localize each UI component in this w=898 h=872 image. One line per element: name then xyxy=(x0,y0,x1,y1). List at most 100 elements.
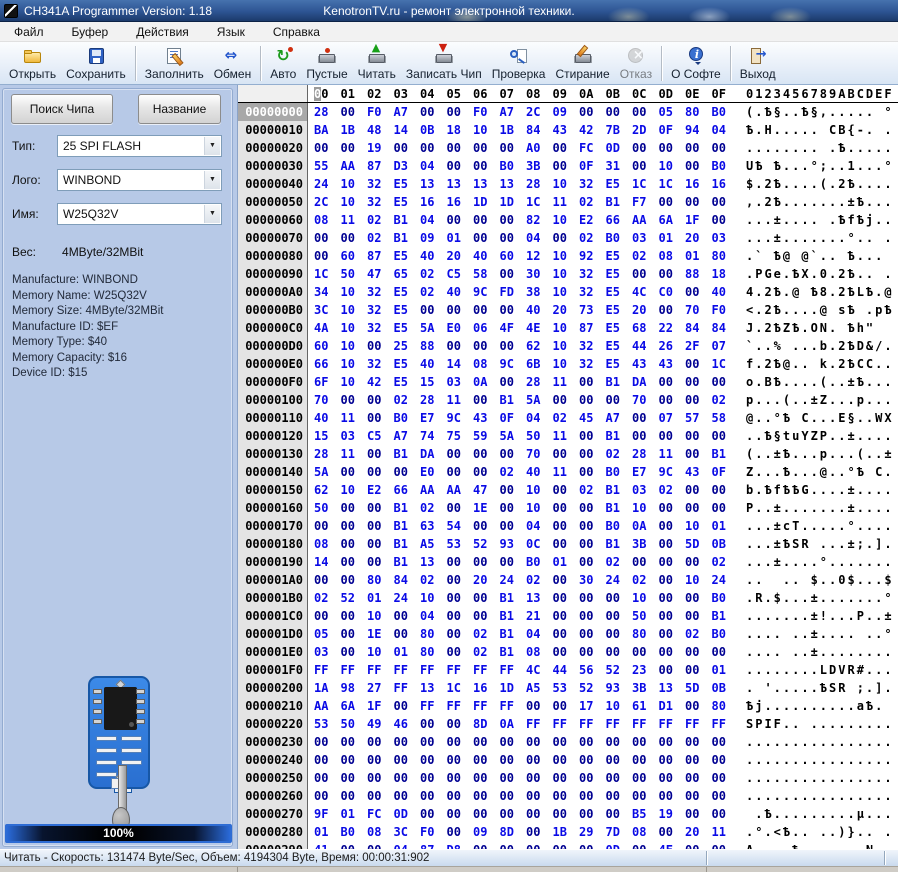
hex-byte[interactable]: 02 xyxy=(314,589,341,607)
hex-byte[interactable]: 00 xyxy=(341,625,368,643)
hex-byte[interactable]: 05 xyxy=(659,103,686,121)
toolbar-fill-button[interactable]: Заполнить xyxy=(140,43,209,84)
hex-byte[interactable]: 00 xyxy=(553,157,580,175)
hex-byte[interactable]: 00 xyxy=(712,499,739,517)
hex-byte[interactable]: 00 xyxy=(685,283,712,301)
hex-byte[interactable]: 00 xyxy=(553,589,580,607)
hex-byte[interactable]: 00 xyxy=(606,769,633,787)
hex-byte[interactable]: FF xyxy=(447,697,474,715)
hex-byte[interactable]: 00 xyxy=(685,193,712,211)
hex-byte[interactable]: 00 xyxy=(473,805,500,823)
hex-byte[interactable]: 00 xyxy=(553,607,580,625)
hex-byte[interactable]: 15 xyxy=(420,373,447,391)
hex-byte[interactable]: 00 xyxy=(685,355,712,373)
hex-row-ascii[interactable]: .......±!...P..± xyxy=(746,607,894,625)
hex-byte[interactable]: 02 xyxy=(473,643,500,661)
hex-byte[interactable]: 5D xyxy=(685,679,712,697)
hex-byte[interactable]: AA xyxy=(632,211,659,229)
hex-byte[interactable]: FC xyxy=(579,139,606,157)
hex-byte[interactable]: 02 xyxy=(553,409,580,427)
hex-byte[interactable]: 00 xyxy=(659,553,686,571)
hex-byte[interactable]: E5 xyxy=(394,319,421,337)
hex-byte[interactable]: 08 xyxy=(632,823,659,841)
hex-byte[interactable]: 00 xyxy=(500,769,527,787)
hex-byte[interactable]: 93 xyxy=(606,679,633,697)
hex-row-ascii[interactable]: <.2Ѣ....@ sѢ .pѢ xyxy=(746,301,894,319)
hex-byte[interactable]: C5 xyxy=(367,427,394,445)
hex-byte[interactable]: E5 xyxy=(394,247,421,265)
hex-byte[interactable]: 10 xyxy=(341,373,368,391)
toolbar-read-button[interactable]: Читать xyxy=(353,43,401,84)
hex-byte[interactable]: E2 xyxy=(367,481,394,499)
hex-byte[interactable]: 03 xyxy=(712,229,739,247)
hex-byte[interactable]: 3C xyxy=(394,823,421,841)
hex-byte[interactable]: 00 xyxy=(553,571,580,589)
hex-byte[interactable]: 28 xyxy=(526,373,553,391)
toolbar-auto-button[interactable]: Авто xyxy=(265,43,301,84)
hex-byte[interactable]: 00 xyxy=(606,589,633,607)
hex-row-ascii[interactable]: P..±.......±.... xyxy=(746,499,894,517)
hex-byte[interactable]: FF xyxy=(473,661,500,679)
hex-byte[interactable]: 0C xyxy=(526,535,553,553)
hex-byte[interactable]: 42 xyxy=(367,373,394,391)
hex-byte[interactable]: 60 xyxy=(314,337,341,355)
hex-byte[interactable]: B1 xyxy=(394,229,421,247)
hex-byte[interactable]: 02 xyxy=(394,391,421,409)
hex-row-ascii[interactable]: J.2ѢZѢ.ON. Ѣh" xyxy=(746,319,894,337)
hex-byte[interactable]: E7 xyxy=(420,409,447,427)
hex-byte[interactable]: 00 xyxy=(685,427,712,445)
hex-byte[interactable]: 20 xyxy=(447,247,474,265)
hex-byte[interactable]: 29 xyxy=(579,823,606,841)
hex-byte[interactable]: 00 xyxy=(659,661,686,679)
hex-byte[interactable]: 59 xyxy=(473,427,500,445)
hex-byte[interactable]: 62 xyxy=(314,481,341,499)
hex-byte[interactable]: DA xyxy=(420,445,447,463)
hex-byte[interactable]: C0 xyxy=(659,283,686,301)
hex-byte[interactable]: 00 xyxy=(341,463,368,481)
hex-byte[interactable]: 24 xyxy=(500,571,527,589)
hex-byte[interactable]: 00 xyxy=(685,607,712,625)
hex-byte[interactable]: 00 xyxy=(659,139,686,157)
hex-byte[interactable]: 2C xyxy=(526,103,553,121)
hex-byte[interactable]: 00 xyxy=(659,517,686,535)
hex-byte[interactable]: B0 xyxy=(394,409,421,427)
hex-row-ascii[interactable]: .R.$...±.......° xyxy=(746,589,894,607)
hex-byte[interactable]: 04 xyxy=(420,157,447,175)
hex-byte[interactable]: 00 xyxy=(314,733,341,751)
hex-byte[interactable]: 00 xyxy=(367,841,394,849)
hex-row-ascii[interactable]: ...±.... .ѢfѢj.. xyxy=(746,211,894,229)
hex-byte[interactable]: 10 xyxy=(685,571,712,589)
hex-byte[interactable]: FF xyxy=(579,715,606,733)
hex-byte[interactable]: 52 xyxy=(579,679,606,697)
hex-byte[interactable]: 00 xyxy=(341,769,368,787)
hex-byte[interactable]: 13 xyxy=(420,679,447,697)
hex-row-ascii[interactable]: ................ xyxy=(746,751,894,769)
hex-byte[interactable]: 00 xyxy=(367,391,394,409)
hex-byte[interactable]: D8 xyxy=(447,841,474,849)
hex-byte[interactable]: 20 xyxy=(632,301,659,319)
hex-byte[interactable]: 70 xyxy=(685,301,712,319)
hex-byte[interactable]: B1 xyxy=(500,589,527,607)
hex-byte[interactable]: B1 xyxy=(606,427,633,445)
hex-byte[interactable]: 10 xyxy=(341,193,368,211)
hex-byte[interactable]: 00 xyxy=(447,733,474,751)
hex-byte[interactable]: 42 xyxy=(579,121,606,139)
hex-row-ascii[interactable]: ................ xyxy=(746,769,894,787)
hex-byte[interactable]: 00 xyxy=(447,139,474,157)
hex-byte[interactable]: 47 xyxy=(367,265,394,283)
hex-byte[interactable]: 80 xyxy=(712,247,739,265)
hex-byte[interactable]: 00 xyxy=(473,733,500,751)
hex-byte[interactable]: 00 xyxy=(473,841,500,849)
hex-byte[interactable]: 53 xyxy=(553,679,580,697)
hex-byte[interactable]: 84 xyxy=(712,319,739,337)
hex-byte[interactable]: 40 xyxy=(526,301,553,319)
hex-byte[interactable]: B1 xyxy=(606,499,633,517)
hex-byte[interactable]: 32 xyxy=(579,355,606,373)
hex-byte[interactable]: 00 xyxy=(500,517,527,535)
hex-byte[interactable]: 00 xyxy=(712,769,739,787)
hex-byte[interactable]: 02 xyxy=(420,571,447,589)
hex-byte[interactable]: 00 xyxy=(606,391,633,409)
hex-row-ascii[interactable]: A....Ѣ.......N.. xyxy=(746,841,894,849)
hex-row-ascii[interactable]: .Ѣ.........µ... xyxy=(746,805,894,823)
hex-byte[interactable]: 00 xyxy=(659,571,686,589)
